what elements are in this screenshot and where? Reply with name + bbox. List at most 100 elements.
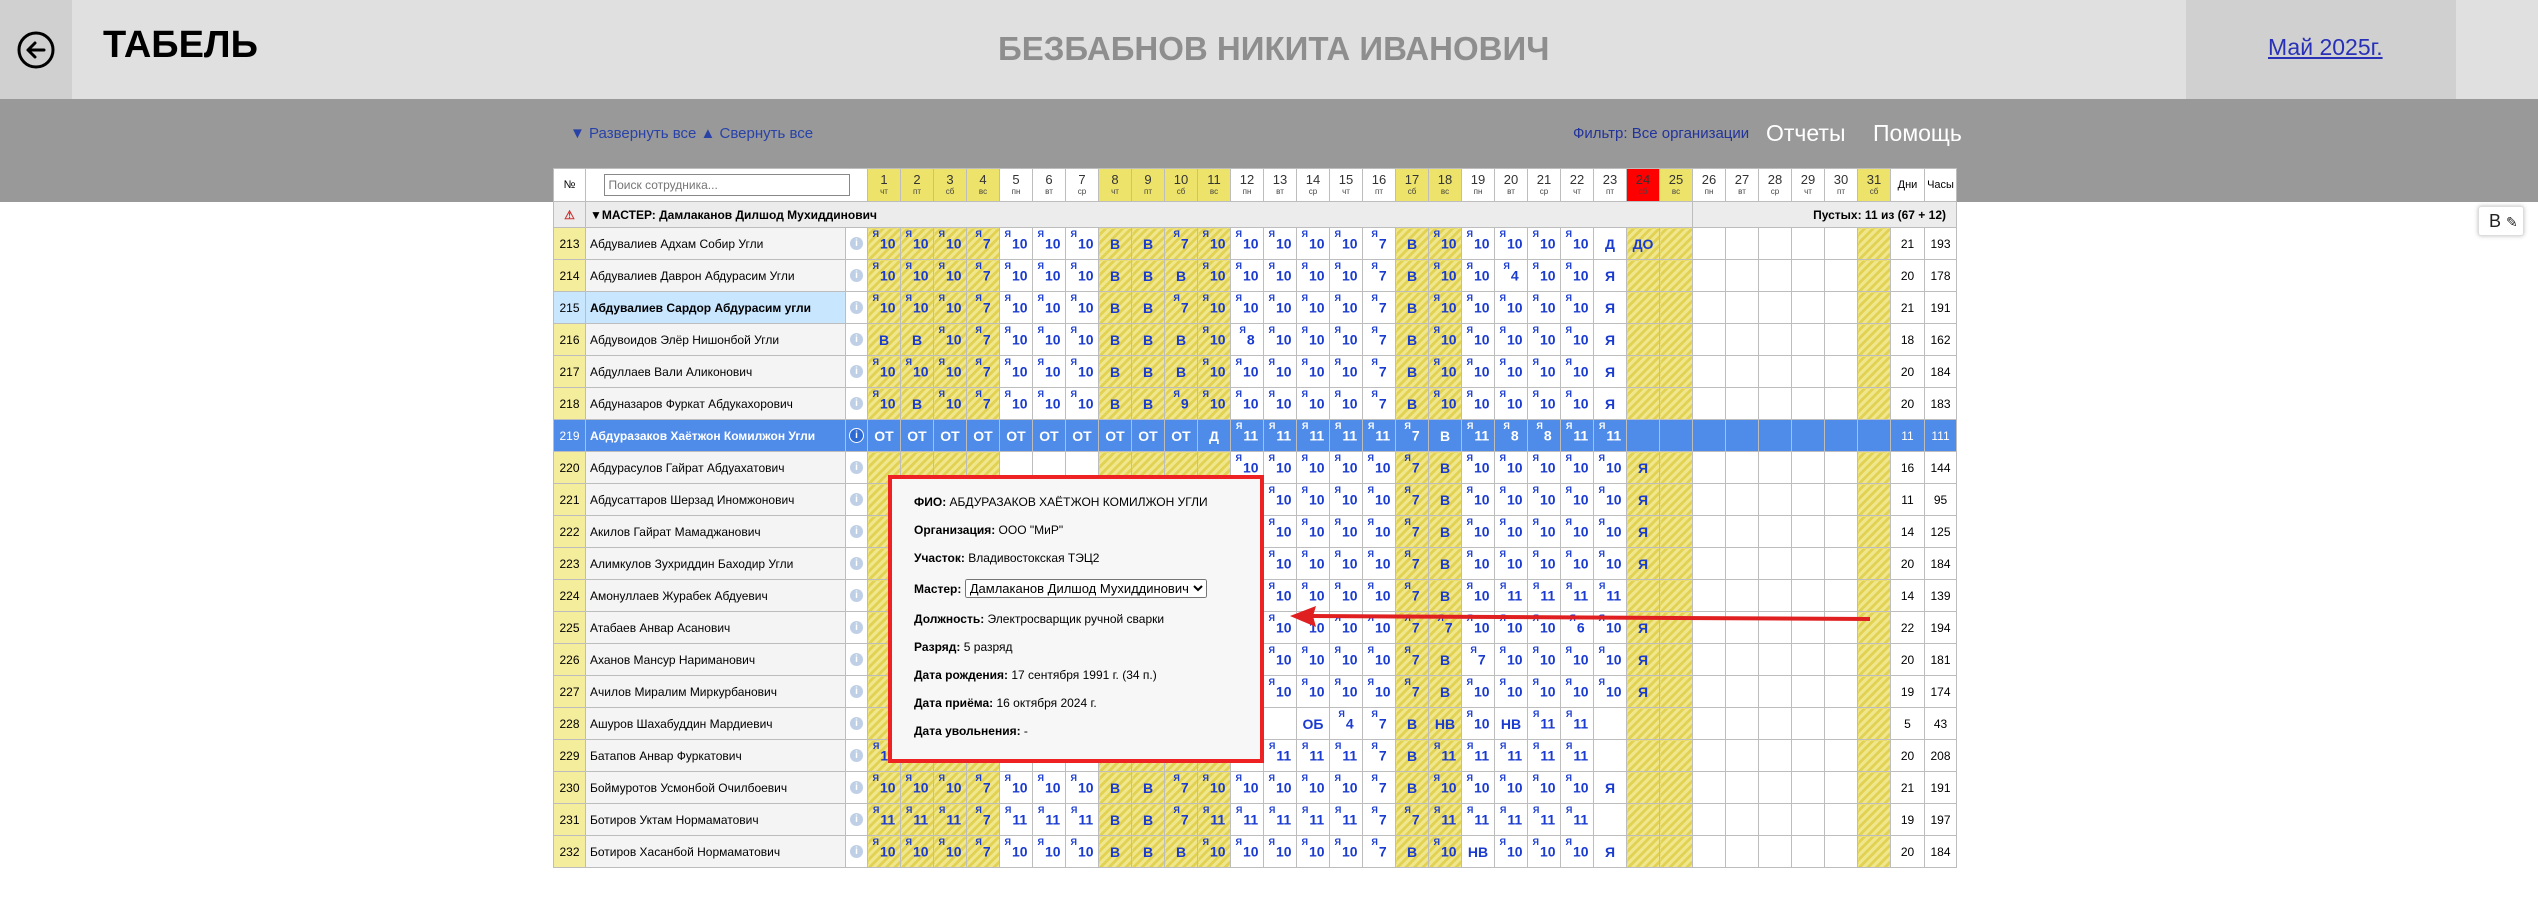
timesheet-cell[interactable]: Я10 (1527, 547, 1561, 580)
timesheet-cell[interactable] (1659, 515, 1693, 548)
timesheet-cell[interactable] (1791, 419, 1825, 452)
timesheet-cell[interactable]: ОТ (1131, 419, 1165, 452)
timesheet-cell[interactable]: Я10 (1329, 227, 1363, 260)
employee-name-cell[interactable]: Алимкулов Зухриддин Баходир Угли (585, 547, 846, 580)
timesheet-cell[interactable]: Я10 (1428, 835, 1462, 868)
timesheet-cell[interactable]: Я10 (1527, 675, 1561, 708)
timesheet-cell[interactable] (1725, 419, 1759, 452)
timesheet-cell[interactable]: Я10 (1527, 227, 1561, 260)
timesheet-cell[interactable]: ОБ (1296, 707, 1330, 740)
timesheet-cell[interactable] (1626, 835, 1660, 868)
timesheet-cell[interactable] (1791, 739, 1825, 772)
day-header-23[interactable]: 23 пт (1593, 168, 1627, 202)
day-header-26[interactable]: 26 пн (1692, 168, 1726, 202)
timesheet-cell[interactable] (1758, 483, 1792, 516)
timesheet-cell[interactable]: Я10 (933, 355, 967, 388)
timesheet-cell[interactable] (1857, 803, 1891, 836)
timesheet-cell[interactable]: Я7 (966, 803, 1000, 836)
organization-filter-link[interactable]: Фильтр: Все организации (1573, 125, 1749, 142)
timesheet-cell[interactable]: Я10 (1362, 483, 1396, 516)
timesheet-cell[interactable]: Я10 (1032, 291, 1066, 324)
timesheet-cell[interactable] (1857, 835, 1891, 868)
timesheet-cell[interactable]: Я10 (1296, 675, 1330, 708)
timesheet-cell[interactable]: Я11 (1329, 739, 1363, 772)
timesheet-cell[interactable]: Я10 (1428, 771, 1462, 804)
employee-name-cell[interactable]: Батапов Анвар Фуркатович (585, 739, 846, 772)
timesheet-cell[interactable]: Я10 (1461, 323, 1495, 356)
timesheet-cell[interactable]: Я10 (1197, 259, 1231, 292)
timesheet-cell[interactable] (1725, 355, 1759, 388)
timesheet-cell[interactable]: В (900, 387, 934, 420)
timesheet-cell[interactable] (1659, 707, 1693, 740)
timesheet-cell[interactable]: В (1131, 771, 1165, 804)
timesheet-cell[interactable]: Я10 (933, 291, 967, 324)
timesheet-cell[interactable]: Я11 (1329, 419, 1363, 452)
table-row[interactable]: 219 Абдуразаков Хаётжон Комилжон Угли i ОТ О… (553, 419, 1957, 452)
timesheet-cell[interactable]: В (1428, 547, 1462, 580)
timesheet-cell[interactable] (1857, 547, 1891, 580)
timesheet-cell[interactable] (1692, 259, 1726, 292)
timesheet-cell[interactable]: ОТ (933, 419, 967, 452)
employee-name-cell[interactable]: Абдурасулов Гайрат Абдуахатович (585, 451, 846, 484)
info-icon[interactable]: i (850, 237, 863, 250)
timesheet-cell[interactable]: Я (1626, 451, 1660, 484)
timesheet-cell[interactable]: Я10 (1428, 387, 1462, 420)
timesheet-cell[interactable]: В (1098, 323, 1132, 356)
timesheet-cell[interactable]: В (1131, 835, 1165, 868)
timesheet-cell[interactable] (1758, 707, 1792, 740)
timesheet-cell[interactable] (1857, 227, 1891, 260)
timesheet-cell[interactable]: Я10 (1263, 291, 1297, 324)
timesheet-cell[interactable]: В (1098, 291, 1132, 324)
timesheet-cell[interactable]: Я10 (1461, 387, 1495, 420)
timesheet-cell[interactable]: Я10 (1527, 643, 1561, 676)
info-icon[interactable]: i (850, 269, 863, 282)
info-icon[interactable]: i (850, 685, 863, 698)
timesheet-cell[interactable]: Я11 (1461, 419, 1495, 452)
employee-name-cell[interactable]: Абдуразаков Хаётжон Комилжон Угли (585, 419, 846, 452)
info-icon[interactable]: i (850, 461, 863, 474)
timesheet-cell[interactable] (1758, 259, 1792, 292)
timesheet-cell[interactable]: Я7 (1395, 451, 1429, 484)
timesheet-cell[interactable]: Я11 (1593, 419, 1627, 452)
day-header-24[interactable]: 24 сб (1626, 168, 1660, 202)
timesheet-cell[interactable]: Я10 (933, 227, 967, 260)
timesheet-cell[interactable]: Я7 (1362, 355, 1396, 388)
timesheet-cell[interactable]: Я10 (933, 387, 967, 420)
timesheet-cell[interactable]: Я10 (1263, 675, 1297, 708)
timesheet-cell[interactable] (1791, 675, 1825, 708)
timesheet-cell[interactable] (1791, 259, 1825, 292)
timesheet-cell[interactable]: Я10 (1494, 835, 1528, 868)
info-icon[interactable]: i (850, 717, 863, 730)
table-row[interactable]: 214 Абдувалиев Даврон Абдурасим Угли i Я10 Я… (553, 259, 1957, 292)
timesheet-cell[interactable]: Я11 (1560, 707, 1594, 740)
info-icon[interactable]: i (850, 557, 863, 570)
timesheet-cell[interactable]: Я11 (1494, 739, 1528, 772)
timesheet-cell[interactable]: Я10 (1230, 355, 1264, 388)
timesheet-cell[interactable]: Я7 (966, 387, 1000, 420)
timesheet-cell[interactable]: Я11 (1263, 803, 1297, 836)
timesheet-cell[interactable]: Я8 (1527, 419, 1561, 452)
timesheet-cell[interactable]: Я10 (1263, 451, 1297, 484)
timesheet-cell[interactable]: Я10 (1560, 643, 1594, 676)
timesheet-cell[interactable]: Я10 (1065, 835, 1099, 868)
info-icon[interactable]: i (850, 749, 863, 762)
day-header-16[interactable]: 16 пт (1362, 168, 1396, 202)
timesheet-cell[interactable]: Я7 (1395, 675, 1429, 708)
timesheet-cell[interactable] (1593, 739, 1627, 772)
timesheet-cell[interactable]: Я7 (1362, 771, 1396, 804)
timesheet-cell[interactable]: Я10 (900, 291, 934, 324)
timesheet-cell[interactable]: Я10 (999, 323, 1033, 356)
collapse-all-link[interactable]: ▲ Свернуть все (701, 125, 814, 142)
timesheet-cell[interactable]: ОТ (900, 419, 934, 452)
timesheet-cell[interactable] (1758, 387, 1792, 420)
timesheet-cell[interactable]: Я10 (1230, 259, 1264, 292)
table-row[interactable]: 215 Абдувалиев Сардор Абдурасим угли i Я10 Я… (553, 291, 1957, 324)
timesheet-cell[interactable]: Я10 (1296, 323, 1330, 356)
timesheet-cell[interactable] (1791, 707, 1825, 740)
timesheet-cell[interactable]: Я11 (1263, 739, 1297, 772)
timesheet-cell[interactable]: В (1428, 643, 1462, 676)
employee-name-cell[interactable]: Ботиров Уктам Нормаматович (585, 803, 846, 836)
timesheet-cell[interactable]: Я10 (867, 835, 901, 868)
timesheet-cell[interactable]: ОТ (1065, 419, 1099, 452)
timesheet-cell[interactable] (1725, 707, 1759, 740)
